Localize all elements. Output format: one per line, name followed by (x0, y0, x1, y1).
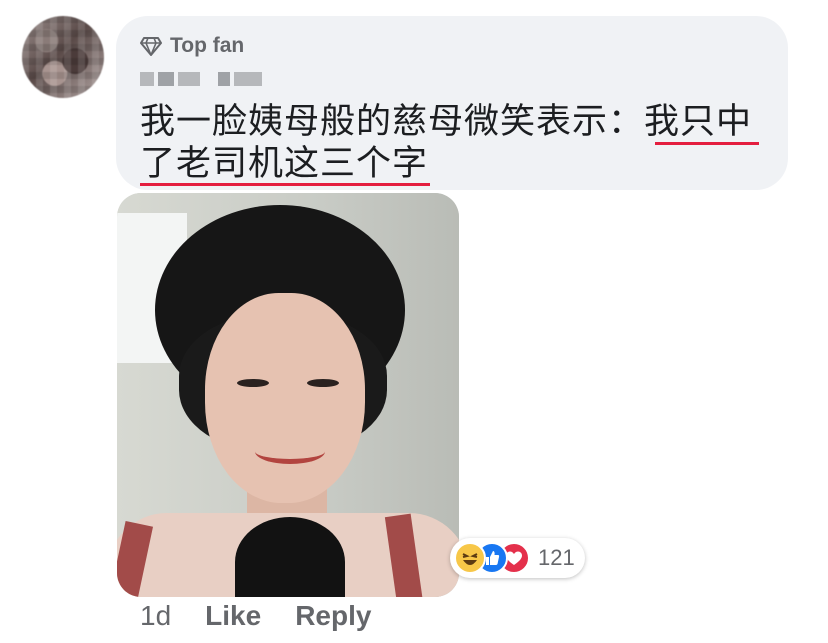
top-fan-badge: Top fan (140, 33, 244, 59)
comment-actions: 1d Like Reply (140, 600, 371, 632)
author-name-redacted[interactable] (140, 68, 262, 90)
highlight-underline-1 (655, 142, 759, 145)
reply-button[interactable]: Reply (295, 600, 371, 632)
diamond-icon (140, 36, 162, 56)
timestamp[interactable]: 1d (140, 600, 171, 632)
commenter-avatar[interactable] (22, 16, 104, 98)
haha-reaction-icon (454, 542, 486, 574)
reaction-count: 121 (538, 545, 575, 570)
reaction-summary[interactable]: 121 (450, 538, 585, 578)
comment-text-line-1: 我一脸姨母般的慈母微笑表示：我只中 (140, 102, 753, 141)
like-button[interactable]: Like (205, 600, 261, 632)
comment-photo[interactable] (117, 193, 459, 597)
comment-text-line-2: 了老司机这三个字 (140, 144, 429, 183)
badge-label: Top fan (170, 34, 245, 57)
highlight-underline-2 (140, 183, 430, 186)
